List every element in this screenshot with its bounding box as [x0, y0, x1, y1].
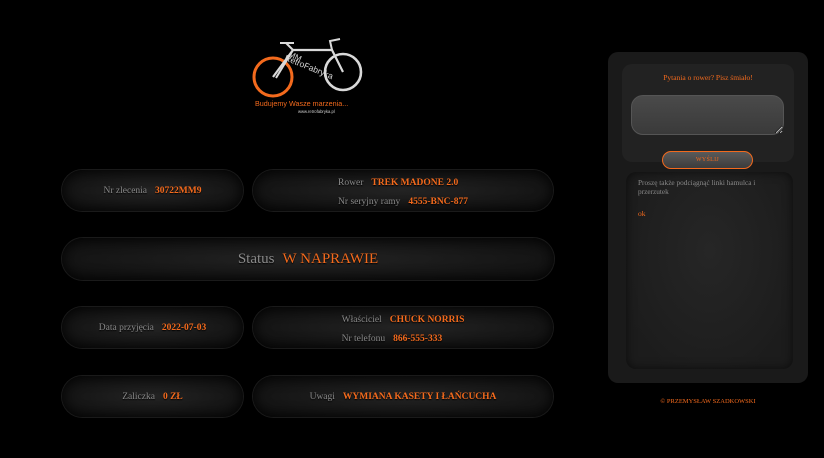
notes-value: WYMIANA KASETY I ŁAŃCUCHA [342, 391, 497, 402]
notes-panel: Uwagi WYMIANA KASETY I ŁAŃCUCHA [253, 376, 553, 417]
question-title: Pytania o rower? Pisz śmiało! [663, 73, 753, 82]
date-value: 2022-07-03 [161, 322, 207, 333]
sidebar: Pytania o rower? Pisz śmiało! WYŚLIJ Pro… [608, 52, 808, 383]
date-panel: Data przyjęcia 2022-07-03 [62, 307, 243, 348]
owner-value: CHUCK NORRIS [389, 315, 465, 325]
bike-info-panel: Rower TREK MADONE 2.0 Nr seryjny ramy 4555… [253, 170, 553, 211]
footer-credit: © PRZEMYSŁAW SZADKOWSKI [660, 398, 756, 405]
phone-value: 866-555-333 [393, 334, 443, 344]
question-box: Pytania o rower? Pisz śmiało! WYŚLIJ [622, 64, 794, 169]
serial-value: 4555-BNC-877 [408, 197, 468, 207]
status-value: W NAPRAWIE [282, 250, 379, 267]
deposit-label: Zaliczka [122, 391, 155, 402]
message-reply: ok [638, 209, 646, 218]
svg-text:Budujemy Wasze marzenia...: Budujemy Wasze marzenia... [255, 99, 348, 108]
status-panel: Status W NAPRAWIE [62, 238, 554, 280]
svg-text:www.retrofabryka.pl: www.retrofabryka.pl [298, 109, 335, 114]
serial-label: Nr seryjny ramy [338, 197, 401, 207]
owner-label: Właściciel [341, 315, 382, 325]
question-input[interactable] [631, 95, 784, 135]
date-label: Data przyjęcia [98, 322, 154, 333]
owner-panel: Właściciel CHUCK NORRIS Nr telefonu 866-55… [253, 307, 553, 348]
bike-label: Rower [338, 178, 364, 188]
order-number-value: 30722MM9 [155, 185, 202, 196]
bike-value: TREK MADONE 2.0 [371, 178, 459, 188]
deposit-panel: Zaliczka 0 ZŁ [62, 376, 243, 417]
send-button[interactable]: WYŚLIJ [662, 151, 753, 169]
deposit-value: 0 ZŁ [162, 391, 183, 402]
retrofabryka-logo: MM RetroFabryka Budujemy Wasze marzenia.… [252, 38, 363, 114]
status-label: Status [237, 250, 275, 267]
phone-label: Nr telefonu [341, 334, 386, 344]
order-number-panel: Nr zlecenia 30722MM9 [62, 170, 243, 211]
order-number-label: Nr zlecenia [103, 185, 148, 196]
messages-box: Proszę także podciągnąć linki hamulca i … [626, 172, 793, 369]
message-text: Proszę także podciągnąć linki hamulca i … [638, 178, 756, 196]
notes-label: Uwagi [309, 391, 335, 402]
